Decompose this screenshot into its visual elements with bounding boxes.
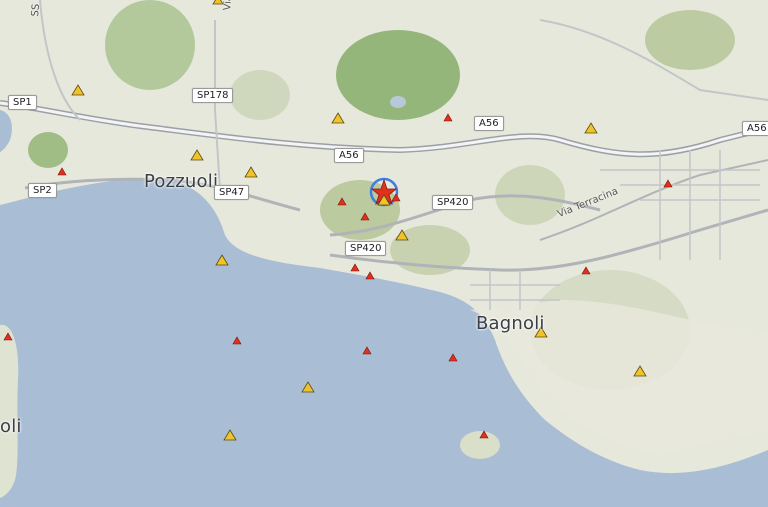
hill-1	[230, 70, 290, 120]
map-view[interactable]: Pozzuoli Bagnoli oli SP1 SP2 SP178 SP47 …	[0, 0, 768, 507]
road-shield-a56-left: A56	[334, 148, 364, 163]
crater-small-left	[28, 132, 68, 168]
road-shield-sp420-top: SP420	[432, 195, 474, 210]
island-left	[0, 324, 19, 498]
road-shield-sp178: SP178	[192, 88, 234, 103]
road-shield-sp420-bottom: SP420	[345, 241, 387, 256]
road-shield-sp1: SP1	[8, 95, 37, 110]
place-pozzuoli: Pozzuoli	[144, 171, 219, 192]
place-bagnoli: Bagnoli	[476, 313, 545, 334]
street-left-edge: SS	[30, 3, 43, 17]
road-shield-a56-mid: A56	[474, 116, 504, 131]
hill-top-right	[645, 10, 735, 70]
crater-astroni	[105, 0, 195, 90]
place-ischia-fragment: oli	[0, 416, 22, 437]
island-nisida	[460, 431, 500, 459]
crater-lake	[390, 96, 406, 108]
road-shield-a56-right: A56	[742, 121, 768, 136]
road-shield-sp47: SP47	[214, 185, 250, 200]
road-shield-sp2: SP2	[28, 183, 57, 198]
